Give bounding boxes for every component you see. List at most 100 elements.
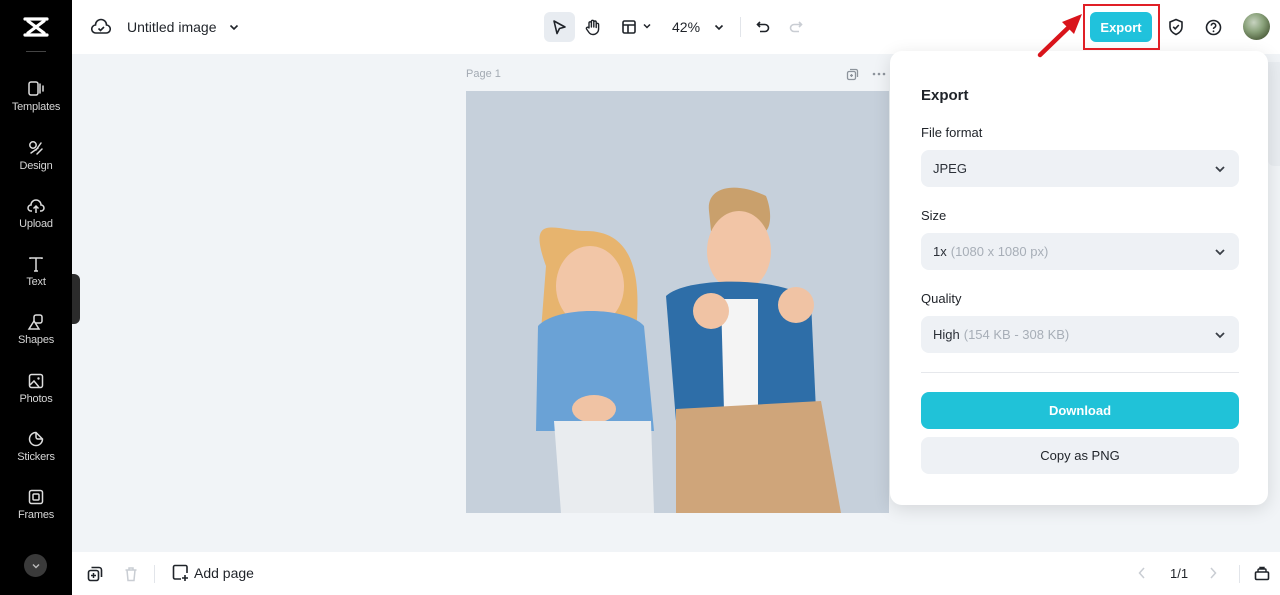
design-icon [29, 141, 43, 155]
quality-detail: (154 KB - 308 KB) [963, 327, 1070, 342]
chevron-down-icon [643, 23, 651, 29]
export-panel-title: Export [921, 87, 969, 104]
next-page-button[interactable] [1206, 566, 1220, 580]
help-icon [1205, 19, 1221, 35]
chevron-down-icon [1215, 332, 1225, 339]
undo-icon [756, 21, 770, 33]
quality-select[interactable]: High (154 KB - 308 KB) [921, 316, 1239, 353]
sidebar-item-stickers[interactable]: Stickers [0, 428, 72, 480]
cloud-check-icon [91, 18, 111, 34]
pages-tray-icon [1254, 566, 1270, 581]
sidebar-item-templates[interactable]: Templates [0, 78, 72, 130]
sidebar-item-label: Templates [11, 101, 61, 113]
panel-divider [921, 372, 1239, 373]
file-format-select[interactable]: JPEG [921, 150, 1239, 187]
title-menu-button[interactable] [227, 20, 241, 34]
user-avatar[interactable] [1243, 13, 1270, 40]
sidebar-item-label: Upload [19, 218, 53, 230]
shapes-icon [27, 314, 43, 330]
layout-button[interactable] [620, 18, 638, 36]
photos-icon [28, 373, 44, 389]
hand-icon [585, 19, 600, 36]
duplicate-page-icon [87, 566, 102, 581]
bottom-divider-right [1239, 565, 1240, 583]
chevron-down-icon [32, 563, 39, 568]
size-value: 1x [933, 244, 947, 259]
sidebar-item-upload[interactable]: Upload [0, 195, 72, 247]
sidebar-item-label: Shapes [17, 334, 55, 346]
frames-icon [28, 489, 44, 505]
sidebar-collapse-handle[interactable] [72, 274, 80, 324]
security-button[interactable] [1167, 18, 1185, 36]
text-icon [29, 257, 43, 272]
layout-icon [622, 20, 636, 34]
right-panel-edge [1268, 62, 1280, 166]
sidebar: Templates Design Upload Text Shapes Phot… [0, 0, 72, 595]
sidebar-item-design[interactable]: Design [0, 137, 72, 189]
copy-as-png-button[interactable]: Copy as PNG [921, 437, 1239, 474]
layout-menu-button[interactable] [641, 20, 653, 32]
sidebar-item-label: Text [26, 276, 46, 288]
size-label: Size [921, 208, 947, 223]
select-tool[interactable] [550, 18, 568, 36]
zoom-menu-button[interactable] [712, 20, 726, 34]
more-tools-button[interactable] [24, 554, 47, 577]
duplicate-page-bottom-button[interactable] [86, 565, 103, 582]
page-label: Page 1 [466, 68, 501, 80]
sidebar-item-photos[interactable]: Photos [0, 370, 72, 422]
add-page-label: Add page [194, 564, 254, 581]
duplicate-page-button[interactable] [845, 67, 859, 81]
bottom-divider [154, 565, 155, 583]
toolbar-divider [740, 17, 741, 37]
file-format-value: JPEG [933, 161, 967, 176]
shield-check-icon [1169, 18, 1183, 36]
page-more-button[interactable] [871, 67, 887, 81]
sidebar-item-label: Design [19, 160, 53, 172]
prev-page-button[interactable] [1135, 566, 1149, 580]
redo-button[interactable] [787, 18, 805, 36]
bottom-bar: Add page 1/1 [72, 552, 1280, 595]
redo-icon [789, 21, 803, 33]
children-photo [536, 187, 841, 513]
chevron-right-icon [1210, 567, 1217, 579]
zoom-level[interactable]: 42% [672, 19, 700, 35]
annotation-arrow-icon [1037, 14, 1082, 58]
chevron-down-icon [1215, 249, 1225, 256]
sidebar-item-text[interactable]: Text [0, 253, 72, 305]
chevron-down-icon [714, 24, 724, 31]
annotation-highlight-box [1083, 4, 1160, 50]
undo-button[interactable] [754, 18, 772, 36]
export-panel: Export File format JPEG Size 1x (1080 x … [890, 51, 1268, 505]
more-horizontal-icon [872, 72, 886, 76]
canvas-image[interactable] [466, 91, 889, 513]
logo-divider [26, 51, 46, 52]
size-select[interactable]: 1x (1080 x 1080 px) [921, 233, 1239, 270]
chevron-down-icon [229, 24, 239, 31]
file-format-label: File format [921, 125, 983, 140]
stickers-icon [28, 431, 44, 447]
help-button[interactable] [1204, 18, 1222, 36]
app-window: Templates Design Upload Text Shapes Phot… [0, 0, 1280, 595]
page-indicator: 1/1 [1170, 566, 1189, 581]
sidebar-item-label: Stickers [17, 451, 55, 463]
document-title[interactable]: Untitled image [127, 19, 217, 35]
add-page-icon [172, 564, 188, 581]
sidebar-item-label: Frames [17, 509, 55, 521]
sidebar-item-label: Photos [19, 393, 53, 405]
size-detail: (1080 x 1080 px) [950, 244, 1049, 259]
delete-page-button[interactable] [123, 565, 139, 582]
cursor-icon [553, 20, 566, 35]
duplicate-icon [846, 68, 858, 80]
quality-value: High [933, 327, 960, 342]
download-button[interactable]: Download [921, 392, 1239, 429]
templates-icon [28, 81, 44, 96]
page-manager-button[interactable] [1253, 564, 1271, 582]
upload-icon [27, 199, 45, 213]
sidebar-item-shapes[interactable]: Shapes [0, 311, 72, 363]
capcut-logo-icon[interactable] [22, 15, 50, 39]
hand-tool-button[interactable] [583, 17, 603, 37]
cloud-save-button[interactable] [91, 18, 111, 36]
chevron-left-icon [1138, 567, 1145, 579]
add-page-button[interactable]: Add page [172, 564, 254, 581]
sidebar-item-frames[interactable]: Frames [0, 486, 72, 538]
